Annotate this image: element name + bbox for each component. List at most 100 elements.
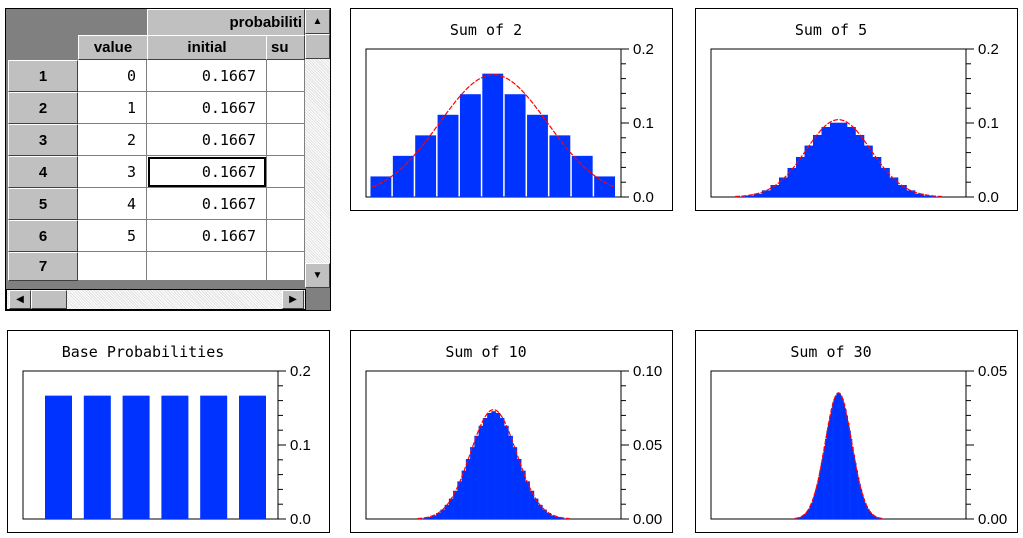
sum-cell[interactable]	[267, 252, 305, 281]
bar	[200, 395, 228, 519]
bar	[512, 447, 518, 519]
sum-cell[interactable]	[267, 220, 305, 252]
bar	[495, 412, 501, 519]
row-header[interactable]: 6	[8, 220, 78, 252]
y-tick-label: 0.2	[978, 41, 999, 58]
y-tick-label: 0.1	[633, 115, 654, 132]
sum-cell[interactable]	[267, 124, 305, 156]
value-cell[interactable]: 5	[78, 220, 147, 252]
y-tick-label: 0.10	[633, 363, 662, 380]
bar	[889, 177, 899, 197]
bar	[122, 395, 150, 519]
bar	[504, 425, 509, 519]
group-header-probabilities[interactable]: probabiliti	[147, 9, 305, 36]
vertical-scrollbar[interactable]: ▲ ▼	[305, 9, 330, 288]
bar	[161, 395, 189, 519]
bar	[527, 114, 548, 197]
bar	[482, 417, 488, 519]
bar	[459, 94, 481, 197]
bar	[549, 135, 571, 197]
column-header-initial[interactable]: initial	[147, 35, 267, 60]
column-header-value[interactable]: value	[78, 35, 148, 60]
bar	[804, 145, 814, 197]
initial-cell[interactable]: 0.1667	[147, 188, 267, 220]
sum-cell[interactable]	[267, 92, 305, 124]
scroll-down-button[interactable]: ▼	[305, 263, 330, 288]
y-tick-label: 0.1	[290, 437, 311, 454]
chart-panel: Sum of 2 0.0 0.1 0.2	[350, 8, 673, 211]
bar	[440, 509, 445, 519]
bar	[864, 145, 873, 197]
bar	[813, 134, 822, 197]
y-tick-label: 0.1	[978, 115, 999, 132]
bar	[538, 504, 543, 519]
y-tick-label: 0.00	[633, 511, 662, 528]
row-header[interactable]: 5	[8, 188, 78, 220]
bar	[45, 395, 72, 519]
scroll-up-button[interactable]: ▲	[305, 9, 330, 34]
bar	[482, 73, 504, 197]
vertical-scroll-thumb[interactable]	[305, 34, 330, 59]
initial-cell[interactable]: 0.1667	[147, 156, 267, 188]
value-cell[interactable]: 2	[78, 124, 147, 156]
chart-panel: Sum of 5 0.0 0.1 0.2	[695, 8, 1018, 211]
bar	[516, 459, 522, 519]
chart-svg: 0.0 0.1 0.2	[365, 41, 654, 206]
bar	[83, 395, 111, 519]
chart-panel: Sum of 10 0.00 0.05 0.10	[350, 330, 673, 533]
bar	[461, 470, 467, 519]
scroll-left-button[interactable]: ◀	[9, 290, 31, 309]
bar	[830, 122, 839, 197]
row-header[interactable]: 1	[8, 60, 78, 92]
sum-cell[interactable]	[267, 188, 305, 220]
horizontal-scrollbar[interactable]: ◀ ▶	[6, 289, 306, 310]
y-tick-label: 0.2	[290, 363, 311, 380]
row-header[interactable]: 4	[8, 156, 78, 188]
row-header[interactable]: 3	[8, 124, 78, 156]
bar	[392, 155, 414, 197]
initial-cell[interactable]: 0.1667	[147, 60, 267, 92]
initial-cell[interactable]: 0.1667	[147, 124, 267, 156]
value-cell[interactable]	[78, 252, 147, 281]
bar	[470, 447, 475, 519]
initial-cell[interactable]: 0.1667	[147, 220, 267, 252]
row-header[interactable]: 2	[8, 92, 78, 124]
initial-cell[interactable]: 0.1667	[147, 92, 267, 124]
chart-svg: 0.00 0.05	[710, 363, 1007, 528]
sum-cell[interactable]	[267, 60, 305, 92]
value-cell[interactable]: 0	[78, 60, 147, 92]
value-cell[interactable]: 1	[78, 92, 147, 124]
value-cell[interactable]: 4	[78, 188, 147, 220]
y-tick-label: 0.05	[978, 363, 1007, 380]
bar	[239, 395, 266, 519]
value-cell[interactable]: 3	[78, 156, 147, 188]
row-header[interactable]: 7	[8, 252, 78, 281]
bar	[415, 135, 437, 197]
bar	[437, 114, 459, 197]
bar	[448, 498, 454, 519]
column-header-sum[interactable]: su	[266, 35, 305, 60]
horizontal-scroll-thumb[interactable]	[31, 290, 67, 309]
bar	[533, 498, 539, 519]
bar	[504, 94, 526, 197]
scroll-right-button[interactable]: ▶	[282, 290, 304, 309]
bar	[594, 176, 616, 197]
bar	[474, 435, 479, 519]
bar	[898, 184, 907, 197]
bar	[779, 177, 788, 197]
sum-cell[interactable]	[267, 156, 305, 188]
chart-panel: Sum of 30 0.00 0.05	[695, 330, 1018, 533]
bar	[444, 504, 450, 519]
bar	[491, 411, 496, 519]
bar	[855, 134, 865, 197]
chart-svg: 0.0 0.1 0.2	[710, 41, 999, 206]
y-tick-label: 0.0	[978, 189, 999, 206]
chart-svg: 0.0 0.1 0.2	[22, 363, 311, 528]
bar	[881, 167, 890, 197]
bar	[478, 425, 484, 519]
chart-svg: 0.00 0.05 0.10	[365, 363, 662, 528]
bar	[499, 417, 505, 519]
initial-cell[interactable]	[147, 252, 267, 281]
y-tick-label: 0.00	[978, 511, 1007, 528]
bar	[465, 459, 471, 519]
